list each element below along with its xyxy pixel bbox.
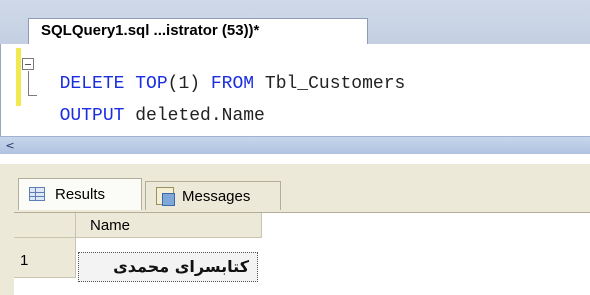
grid-icon	[29, 187, 45, 201]
row-header[interactable]: 1	[14, 238, 76, 278]
keyword-output: OUTPUT	[59, 106, 125, 126]
scroll-left-arrow-icon[interactable]: <	[3, 139, 17, 152]
output-column: deleted.Name	[135, 106, 265, 126]
grid-corner[interactable]	[14, 213, 76, 238]
collapse-outline-icon[interactable]	[22, 58, 34, 70]
horizontal-scrollbar[interactable]	[0, 136, 590, 154]
outline-line	[28, 71, 29, 96]
tab-messages[interactable]: Messages	[145, 181, 281, 210]
change-tracking-margin	[16, 48, 21, 106]
query-document-tab[interactable]: SQLQuery1.sql ...istrator (53))*	[28, 18, 368, 44]
column-header-name[interactable]: Name	[76, 213, 262, 238]
grid-cell[interactable]: کتابسرای محمدی	[78, 252, 258, 282]
messages-icon	[156, 187, 175, 206]
tab-results[interactable]: Results	[18, 178, 142, 210]
outline-line-end	[28, 95, 37, 96]
tab-messages-label: Messages	[182, 188, 251, 205]
code-line-2[interactable]: OUTPUT deleted.Name	[38, 86, 265, 126]
tab-results-label: Results	[55, 186, 106, 203]
table-name: Tbl_Customers	[264, 74, 406, 94]
